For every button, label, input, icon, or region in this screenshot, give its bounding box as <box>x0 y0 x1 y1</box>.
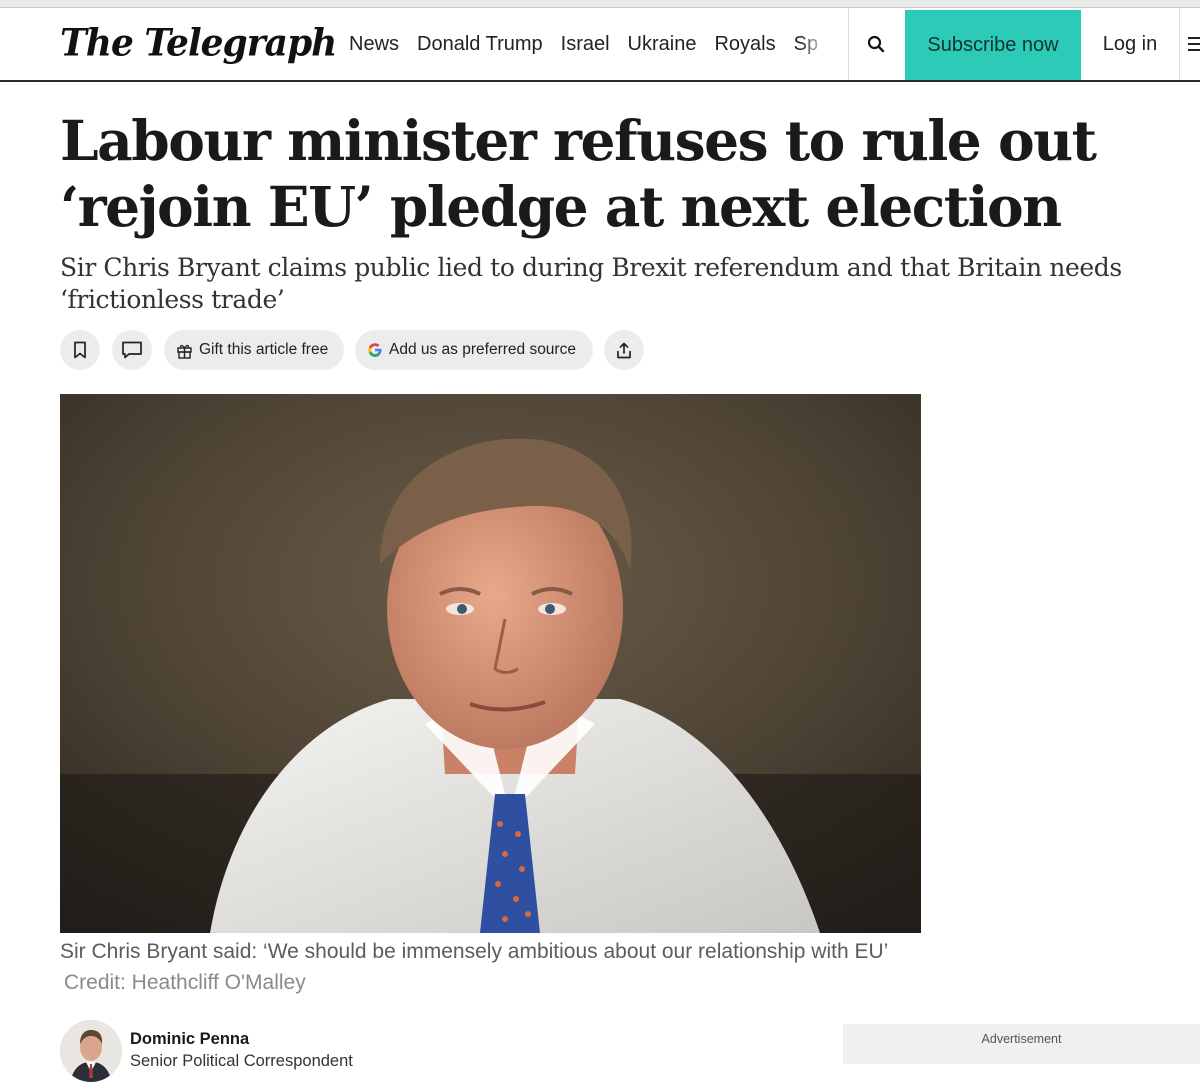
search-icon <box>867 35 885 53</box>
author-name[interactable]: Dominic Penna <box>130 1030 249 1049</box>
gift-icon <box>177 344 192 359</box>
subscribe-button[interactable]: Subscribe now <box>905 10 1081 80</box>
comment-icon <box>122 341 142 359</box>
comment-button[interactable] <box>112 330 152 370</box>
nav-item-royals[interactable]: Royals <box>714 30 775 58</box>
portrait-photo <box>60 394 921 933</box>
share-icon <box>617 342 631 358</box>
bookmark-icon <box>74 341 86 359</box>
gift-article-label: Gift this article free <box>199 341 329 358</box>
telegraph-logo[interactable]: The Telegraph <box>60 21 337 65</box>
advertisement-slot: Advertisement <box>843 1024 1200 1064</box>
article-headline: Labour minister refuses to rule out ‘rej… <box>60 108 1097 239</box>
google-g-icon <box>368 343 382 357</box>
caption-text: Sir Chris Bryant said: ‘We should be imm… <box>60 940 888 963</box>
bookmark-button[interactable] <box>60 330 100 370</box>
nav-fade <box>799 30 839 58</box>
author-avatar-image <box>60 1020 122 1082</box>
avatar[interactable] <box>60 1020 122 1082</box>
primary-nav: NewsDonald TrumpIsraelUkraineRoyalsSp <box>349 30 839 58</box>
advertisement-label: Advertisement <box>981 1032 1062 1046</box>
nav-item-israel[interactable]: Israel <box>561 30 610 58</box>
nav-item-news[interactable]: News <box>349 30 399 58</box>
article-lead-photo <box>60 394 921 933</box>
preferred-source-button[interactable]: Add us as preferred source <box>355 330 593 370</box>
nav-item-donald-trump[interactable]: Donald Trump <box>417 30 543 58</box>
site-header: The Telegraph News Donald Trump Israel Ukra… <box>0 8 1200 82</box>
search-button[interactable] <box>849 8 903 80</box>
menu-button[interactable] <box>1180 8 1200 80</box>
preferred-source-label: Add us as preferred source <box>389 341 576 358</box>
photo-caption: Sir Chris Bryant said: ‘We should be imm… <box>60 936 930 998</box>
nav-item-ukraine[interactable]: Ukraine <box>628 30 697 58</box>
login-button[interactable]: Log in <box>1082 8 1178 80</box>
photo-credit: Credit: Heathcliff O'Malley <box>64 971 306 994</box>
gift-article-button[interactable]: Gift this article free <box>164 330 344 370</box>
share-button[interactable] <box>604 330 644 370</box>
menu-icon <box>1188 37 1200 51</box>
author-role: Senior Political Correspondent <box>130 1052 353 1070</box>
author-byline[interactable]: Dominic Penna Senior Political Correspon… <box>60 1020 560 1084</box>
browser-top-edge <box>0 0 1200 8</box>
article-standfirst: Sir Chris Bryant claims public lied to d… <box>60 253 1122 314</box>
